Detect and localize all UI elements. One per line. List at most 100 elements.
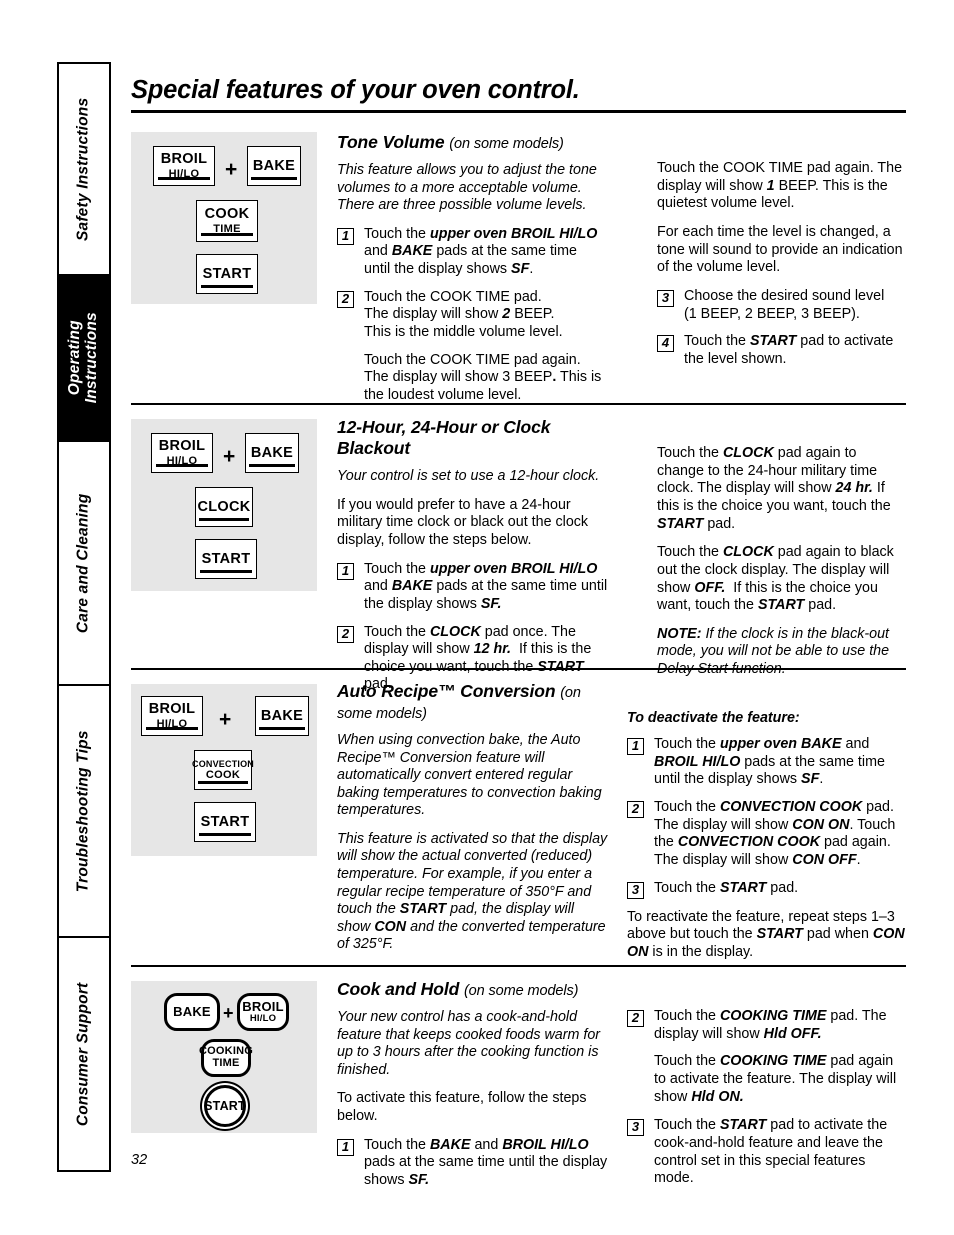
pad-underline	[200, 285, 254, 288]
step-text: Touch the upper oven BAKE and BROIL HI/L…	[654, 736, 885, 788]
step-number: 3	[657, 289, 674, 307]
sidebar-tab-label: Consumer Support	[74, 982, 92, 1126]
pad-button-broil-hilo[interactable]: BROIL HI/LO	[153, 146, 215, 186]
sidebar-tab-consumer-support[interactable]: Consumer Support	[59, 938, 109, 1170]
pad-button-convection-cook[interactable]: CONVECTION COOK	[192, 750, 254, 790]
auto-recipe-subheading: To deactivate the feature:	[627, 710, 800, 726]
step-text: Touch the START pad to activate the cook…	[654, 1117, 888, 1187]
step-item: 2 Touch the COOKING TIME pad. The displa…	[627, 1008, 907, 1043]
sidebar-tab-label: Safety Instructions	[74, 97, 92, 241]
pad-button-cook-time[interactable]: COOK TIME	[196, 200, 258, 242]
section-tabs-sidebar: Safety Instructions Operating Instructio…	[57, 62, 111, 1172]
clock-para: If you would prefer to have a 24-hour mi…	[337, 496, 589, 548]
clock-right-para-2: Touch the CLOCK pad again to black out t…	[657, 544, 894, 614]
plus-sign: +	[223, 445, 236, 468]
section-clock-right-column: Touch the CLOCK pad again to change to t…	[657, 445, 907, 690]
tone-volume-intro: This feature allows you to adjust the to…	[337, 162, 597, 214]
auto-recipe-footer: To reactivate the feature, repeat steps …	[627, 908, 905, 960]
step-number: 2	[627, 800, 644, 818]
step-text: Touch the upper oven BROIL HI/LO and BAK…	[364, 560, 608, 612]
step-number: 1	[337, 227, 354, 245]
auto-recipe-intro-1: When using convection bake, the Auto Rec…	[337, 732, 602, 819]
pad-button-start[interactable]: START	[204, 1085, 246, 1127]
sidebar-tab-operating-instructions[interactable]: Operating Instructions	[59, 276, 109, 442]
step-text: Touch the COOK TIME pad. The display will…	[364, 288, 563, 341]
pad-underline	[145, 727, 199, 730]
auto-recipe-intro-2: This feature is activated so that the di…	[337, 830, 608, 953]
step-number: 3	[627, 881, 644, 899]
pad-underline	[157, 177, 211, 180]
sidebar-tab-label: Operating Instructions	[66, 312, 100, 404]
step-number: 1	[627, 738, 644, 755]
step-item: 1 Touch the BAKE and BROIL HI/LO pads at…	[337, 1137, 609, 1190]
step-number: 2	[337, 290, 354, 308]
step-item: 3 Choose the desired sound level (1 BEEP,…	[657, 288, 907, 323]
cook-hold-para: To activate this feature, follow the ste…	[337, 1090, 587, 1124]
step-text: Touch the START pad to activate the leve…	[684, 333, 894, 367]
pad-button-start[interactable]: START	[195, 539, 257, 579]
section-tone-volume-right-column: Touch the COOK TIME pad again. The displ…	[657, 160, 907, 379]
step-text: Touch the BAKE and BROIL HI/LO pads at t…	[364, 1136, 608, 1188]
pad-button-bake[interactable]: BAKE	[247, 146, 301, 186]
pad-button-broil-hilo[interactable]: BROIL HI/LO	[151, 433, 213, 473]
tone-volume-right-para-2: For each time the level is changed, a to…	[657, 223, 903, 276]
page-title: Special features of your oven control.	[131, 76, 580, 104]
pad-underline	[198, 833, 252, 836]
pad-diagram-auto-recipe: BROIL HI/LO + BAKE CONVECTION COOK START	[131, 684, 317, 856]
step-item: 1 Touch the upper oven BROIL HI/LO and B…	[337, 226, 607, 279]
section-cook-hold-right-column: 2 Touch the COOKING TIME pad. The displa…	[627, 1008, 907, 1198]
cook-hold-mid-para: Touch the COOKING TIME pad again to acti…	[654, 1053, 897, 1105]
section-tone-volume-left-column: Tone Volume (on some models) This featur…	[337, 132, 607, 405]
cook-hold-intro: Your new control has a cook-and-hold fea…	[337, 1009, 601, 1078]
step-item: 1 Touch the upper oven BAKE and BROIL HI…	[627, 736, 907, 789]
pad-underline	[249, 464, 295, 467]
step-item: 2 Touch the COOK TIME pad. The display wi…	[337, 289, 607, 342]
section-divider-3	[131, 965, 906, 967]
pad-button-start[interactable]: START	[194, 802, 256, 842]
section-cook-hold-left-column: Cook and Hold (on some models) Your new …	[337, 979, 609, 1200]
pad-underline	[259, 727, 305, 730]
pad-button-cooking-time[interactable]: COOKING TIME	[199, 1039, 253, 1077]
step-number: 1	[337, 1138, 354, 1156]
pad-underline	[199, 518, 249, 521]
step-text: Touch the COOKING TIME pad. The display …	[654, 1008, 887, 1042]
pad-button-broil-hilo[interactable]: BROIL HI/LO	[141, 696, 203, 736]
step-number: 3	[627, 1119, 644, 1137]
pad-button-clock[interactable]: CLOCK	[195, 487, 253, 527]
step-number: 4	[657, 335, 674, 353]
tone-volume-right-para-1: Touch the COOK TIME pad again. The displ…	[657, 160, 903, 212]
pad-button-bake[interactable]: BAKE	[164, 993, 220, 1031]
step-text: Touch the START pad.	[654, 879, 799, 896]
step-item: 4 Touch the START pad to activate the le…	[657, 333, 907, 368]
pad-underline	[199, 570, 253, 573]
pad-button-bake[interactable]: BAKE	[245, 433, 299, 473]
pad-diagram-tone-volume: BROIL HI/LO + BAKE COOK TIME START	[131, 132, 317, 304]
clock-note: NOTE: If the clock is in the black-out m…	[657, 625, 890, 677]
sidebar-tab-label: Troubleshooting Tips	[74, 730, 92, 892]
pad-button-broil-hilo[interactable]: BROIL HI/LO	[237, 993, 289, 1031]
step-number: 1	[337, 562, 354, 580]
title-divider	[131, 110, 906, 113]
section-auto-recipe-right-column: To deactivate the feature: 1 Touch the u…	[627, 710, 907, 962]
clock-intro: Your control is set to use a 12-hour clo…	[337, 468, 600, 484]
section-heading-cook-and-hold: Cook and Hold (on some models)	[337, 979, 579, 999]
plus-sign: +	[219, 708, 232, 731]
plus-sign: +	[223, 1003, 234, 1023]
step-text: Choose the desired sound level (1 BEEP, 2…	[684, 287, 885, 322]
pad-underline	[155, 464, 209, 467]
sidebar-tab-care-and-cleaning[interactable]: Care and Cleaning	[59, 442, 109, 686]
section-heading-auto-recipe: Auto Recipe™ Conversion (on some models)	[337, 681, 581, 722]
clock-right-para-1: Touch the CLOCK pad again to change to t…	[657, 445, 891, 532]
plus-sign: +	[225, 158, 238, 181]
pad-underline	[198, 781, 248, 784]
pad-diagram-clock-blackout: BROIL HI/LO + BAKE CLOCK START	[131, 419, 317, 591]
sidebar-tab-safety-instructions[interactable]: Safety Instructions	[59, 64, 109, 276]
section-heading-tone-volume: Tone Volume (on some models)	[337, 132, 564, 152]
step-text: Touch the CONVECTION COOK pad. The displ…	[654, 798, 896, 868]
sidebar-tab-troubleshooting-tips[interactable]: Troubleshooting Tips	[59, 686, 109, 938]
pad-underline	[200, 233, 254, 236]
pad-button-bake[interactable]: BAKE	[255, 696, 309, 736]
page-number: 32	[131, 1152, 148, 1168]
step-text: Touch the upper oven BROIL HI/LO and BAK…	[364, 225, 598, 278]
pad-button-start[interactable]: START	[196, 254, 258, 294]
